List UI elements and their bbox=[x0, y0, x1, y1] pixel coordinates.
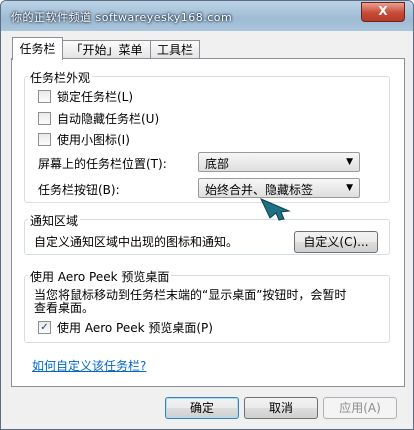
peek-group-title: 使用 Aero Peek 预览桌面 bbox=[28, 268, 172, 285]
properties-window: 你的正软件频道 softwareyesky168.com X 任务栏 「开始」菜… bbox=[0, 0, 414, 430]
tab-toolbars[interactable]: 工具栏 bbox=[150, 40, 200, 59]
ok-button[interactable]: 确定 bbox=[165, 397, 239, 419]
position-value: 底部 bbox=[205, 157, 230, 171]
arrow-pointer-icon bbox=[259, 198, 291, 221]
peek-description-line2: 查看桌面。 bbox=[34, 301, 95, 315]
cancel-button[interactable]: 取消 bbox=[244, 397, 318, 419]
autohide-box[interactable] bbox=[38, 112, 51, 125]
buttons-label: 任务栏按钮(B): bbox=[38, 183, 120, 197]
title-bar[interactable]: 你的正软件频道 softwareyesky168.com X bbox=[1, 1, 413, 31]
position-select[interactable]: 底部 ▼ bbox=[198, 152, 360, 172]
small-icons-checkbox[interactable]: 使用小图标(I) bbox=[38, 131, 130, 148]
autohide-label: 自动隐藏任务栏(U) bbox=[57, 112, 160, 126]
lock-taskbar-checkbox[interactable]: 锁定任务栏(L) bbox=[38, 88, 133, 105]
appearance-group-title: 任务栏外观 bbox=[28, 69, 93, 86]
customize-button[interactable]: 自定义(C)... bbox=[294, 231, 378, 253]
notify-group-title: 通知区域 bbox=[28, 212, 81, 229]
peek-checkbox[interactable]: ✓ 使用 Aero Peek 预览桌面(P) bbox=[38, 319, 213, 336]
apply-button: 应用(A) bbox=[323, 397, 397, 419]
tab-panel: 任务栏外观 锁定任务栏(L) 自动隐藏任务栏(U) 使用小图标(I) 屏幕上的任… bbox=[11, 58, 405, 387]
notify-description: 自定义通知区域中出现的图标和通知。 bbox=[34, 235, 239, 249]
autohide-checkbox[interactable]: 自动隐藏任务栏(U) bbox=[38, 110, 159, 127]
close-button[interactable]: X bbox=[361, 2, 405, 22]
lock-taskbar-box[interactable] bbox=[38, 90, 51, 103]
chevron-down-icon: ▼ bbox=[346, 183, 353, 193]
peek-checkbox-label: 使用 Aero Peek 预览桌面(P) bbox=[57, 321, 213, 335]
position-label: 屏幕上的任务栏位置(T): bbox=[38, 157, 167, 171]
chevron-down-icon: ▼ bbox=[346, 157, 353, 167]
small-icons-box[interactable] bbox=[38, 133, 51, 146]
small-icons-label: 使用小图标(I) bbox=[57, 133, 130, 147]
lock-taskbar-label: 锁定任务栏(L) bbox=[57, 90, 134, 104]
tab-start-menu[interactable]: 「开始」菜单 bbox=[62, 40, 151, 59]
tab-taskbar[interactable]: 任务栏 bbox=[12, 37, 63, 60]
window-title: 你的正软件频道 softwareyesky168.com bbox=[11, 11, 233, 24]
help-link[interactable]: 如何自定义该任务栏? bbox=[32, 357, 146, 374]
check-icon[interactable]: ✓ bbox=[38, 321, 51, 334]
close-icon: X bbox=[378, 4, 388, 18]
